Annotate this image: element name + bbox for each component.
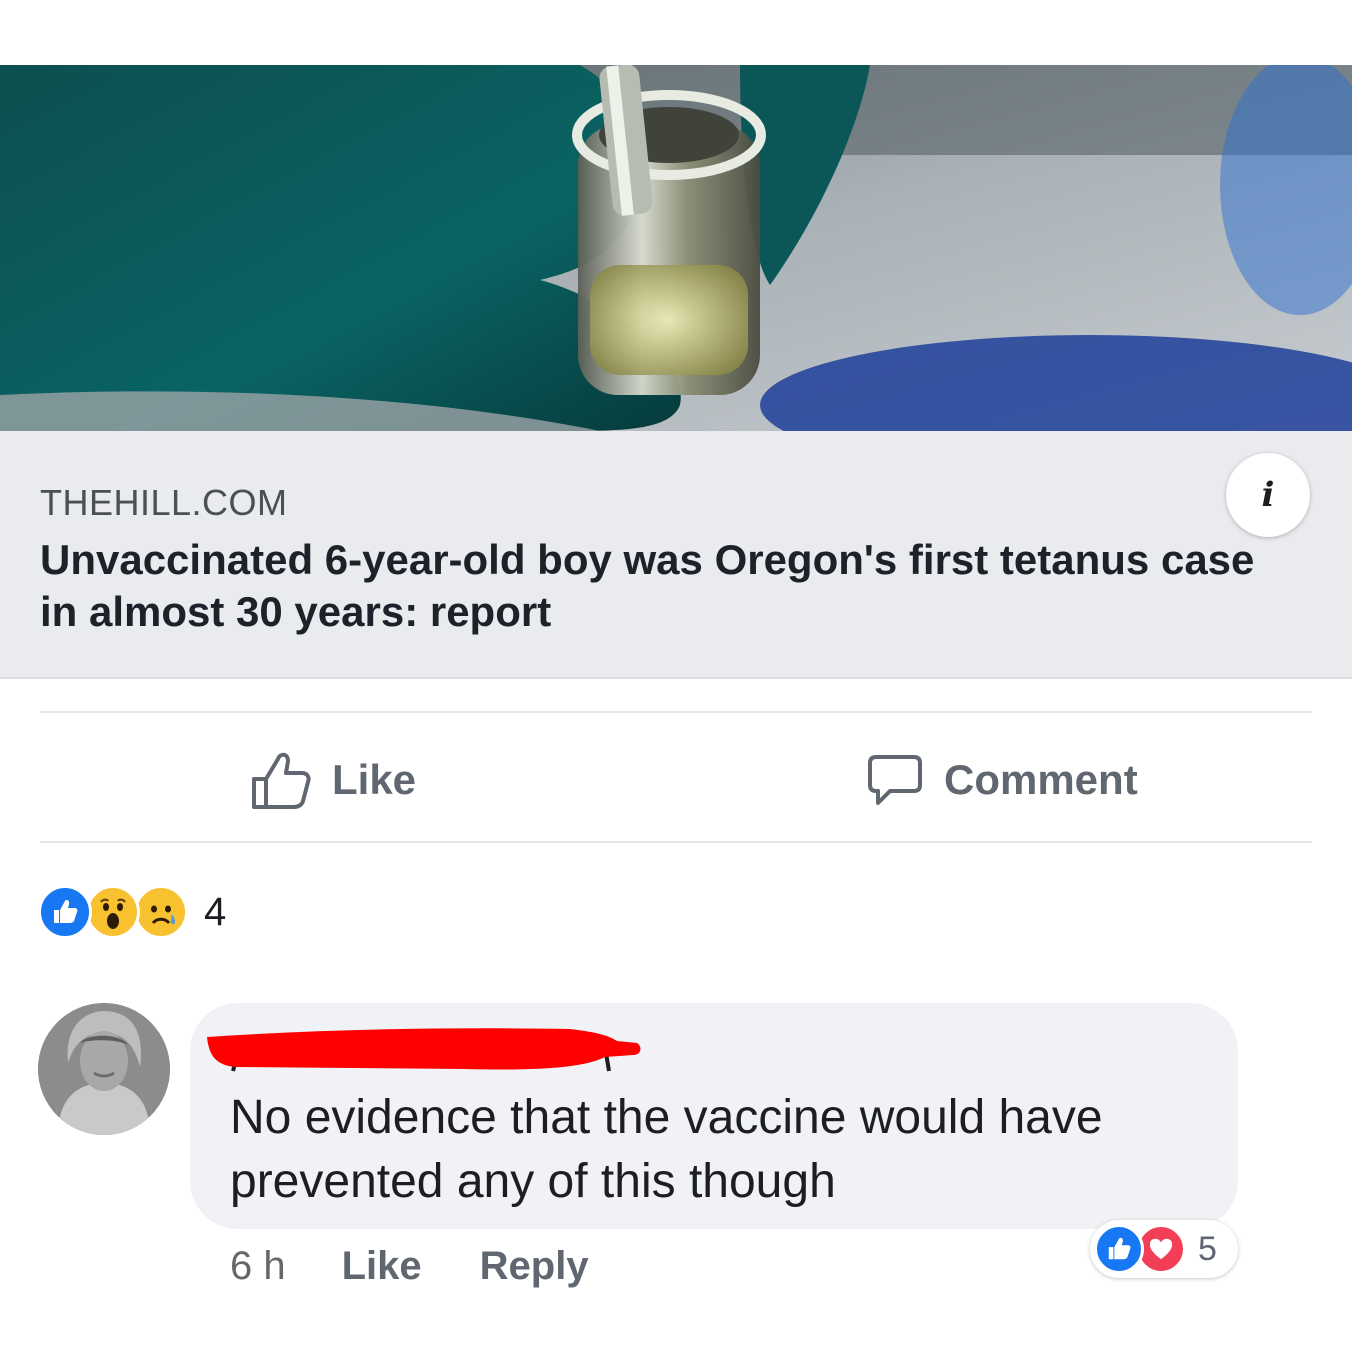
vaccine-vial-photo	[0, 65, 1352, 431]
thumbs-up-outline-icon	[252, 752, 311, 809]
link-title[interactable]: Unvaccinated 6-year-old boy was Oregon's…	[40, 534, 1300, 638]
post-reactions-summary[interactable]: 4	[38, 884, 226, 940]
info-glyph: i	[1261, 475, 1275, 515]
link-preview-card[interactable]: i THEHILL.COM Unvaccinated 6-year-old bo…	[0, 65, 1352, 679]
info-icon[interactable]: i	[1226, 453, 1310, 537]
wow-reaction-icon	[86, 885, 140, 939]
comment-timestamp[interactable]: 6 h	[230, 1244, 286, 1289]
divider-bottom	[40, 841, 1312, 843]
link-domain: THEHILL.COM	[40, 482, 288, 523]
speech-bubble-icon	[868, 755, 922, 805]
comment-like-button[interactable]: Like	[342, 1244, 422, 1289]
like-reaction-icon	[1094, 1224, 1144, 1274]
like-reaction-icon	[38, 885, 92, 939]
like-button[interactable]: Like	[250, 745, 416, 815]
like-button-label: Like	[332, 756, 417, 803]
comment-reaction-count: 5	[1198, 1229, 1217, 1268]
comment-meta: 6 h Like Reply	[230, 1238, 647, 1294]
user-photo-icon	[38, 1003, 170, 1135]
comment-reply-button[interactable]: Reply	[480, 1244, 589, 1289]
comment-text: No evidence that the vaccine would have …	[230, 1091, 1103, 1208]
post-reaction-count: 4	[204, 889, 227, 934]
link-preview-image[interactable]	[0, 65, 1352, 431]
divider-top	[40, 711, 1312, 713]
comment-reactions-summary[interactable]: 5	[1090, 1220, 1238, 1278]
comment-button-label: Comment	[944, 756, 1138, 803]
avatar[interactable]	[38, 1003, 170, 1135]
redacted-author-name	[207, 1028, 641, 1072]
comment-button[interactable]: Comment	[866, 745, 1138, 815]
sad-reaction-icon	[134, 885, 188, 939]
